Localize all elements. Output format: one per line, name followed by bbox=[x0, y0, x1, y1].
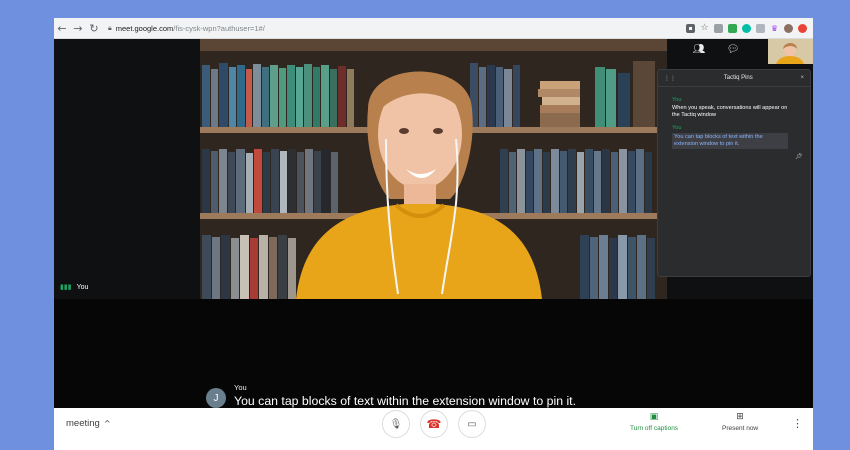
url-path: /fis-cysk-wpn?authuser=1#/ bbox=[173, 23, 265, 33]
star-icon[interactable]: ☆ bbox=[700, 20, 709, 36]
caption-text: You can tap blocks of text within the ex… bbox=[234, 394, 577, 408]
meeting-details-button[interactable]: meeting ^ bbox=[66, 418, 111, 429]
transcript-speaker: You bbox=[672, 97, 682, 103]
tactiq-transcript: You When you speak, conversations will a… bbox=[658, 87, 810, 149]
microphone-icon: 🎙︎ bbox=[389, 418, 403, 430]
present-label: Present now bbox=[722, 425, 759, 432]
self-name-label: You bbox=[76, 283, 89, 291]
chevron-up-icon: ^ bbox=[103, 419, 111, 428]
end-call-button[interactable]: ☎︎ bbox=[420, 410, 448, 438]
drag-handle-icon[interactable]: ⋮⋮ bbox=[664, 75, 676, 82]
tactiq-title: Tactiq Pins bbox=[723, 75, 753, 81]
crown-icon[interactable]: ♛ bbox=[770, 24, 779, 33]
extension-green-icon[interactable] bbox=[728, 23, 737, 33]
camera-button[interactable]: ▭ bbox=[458, 410, 486, 438]
present-screen-icon: ⊞ bbox=[736, 412, 744, 422]
transcript-speaker: You bbox=[672, 125, 682, 131]
tactiq-header: ⋮⋮ Tactiq Pins × bbox=[658, 70, 810, 87]
caption-speaker: You bbox=[234, 383, 247, 392]
audio-level-icon: ▮▮▮ bbox=[60, 283, 72, 291]
caption-avatar: J bbox=[206, 388, 226, 408]
video-camera-icon: ▭ bbox=[467, 418, 477, 430]
participants-icon[interactable]: 👥︎ bbox=[692, 42, 706, 56]
self-name-tag: ▮▮▮ You bbox=[60, 283, 88, 291]
left-letterbox bbox=[54, 39, 200, 299]
lock-icon: 🔒︎ bbox=[108, 23, 112, 32]
camera-icon[interactable]: ▪ bbox=[686, 23, 695, 33]
self-view-image bbox=[768, 39, 813, 64]
self-view-thumbnail[interactable] bbox=[768, 39, 813, 64]
present-now-button[interactable]: ⊞ Present now bbox=[722, 412, 758, 432]
address-bar[interactable]: 🔒︎ meet.google.com/fis-cysk-wpn?authuser… bbox=[108, 24, 686, 33]
captions-label: Turn off captions bbox=[630, 425, 679, 432]
chat-icon[interactable]: 💬︎ bbox=[726, 42, 740, 56]
captions-button[interactable]: ▣ Turn off captions bbox=[630, 412, 678, 432]
closed-captions-icon: ▣ bbox=[649, 412, 659, 422]
url-domain: meet.google.com bbox=[115, 23, 174, 33]
reload-icon[interactable]: ↻ bbox=[86, 20, 102, 36]
close-icon[interactable]: × bbox=[800, 75, 804, 81]
browser-window: ← → ↻ 🔒︎ meet.google.com/fis-cysk-wpn?au… bbox=[54, 18, 813, 450]
transcript-block[interactable]: When you speak, conversations will appea… bbox=[672, 105, 796, 119]
back-arrow-icon[interactable]: ← bbox=[54, 20, 70, 36]
extension-icons: ▪ ☆ ♛ bbox=[686, 20, 807, 36]
live-caption: J You You can tap blocks of text within … bbox=[206, 383, 576, 408]
top-right-controls: 👥︎ 💬︎ bbox=[692, 42, 740, 56]
video-frame bbox=[200, 39, 667, 299]
notification-icon[interactable] bbox=[798, 23, 807, 33]
meeting-stage: ▮▮▮ You 👥︎ 💬︎ ⋮⋮ Tactiq Pins × You When … bbox=[54, 39, 813, 408]
more-options-icon[interactable]: ⋮ bbox=[792, 417, 803, 430]
microphone-button[interactable]: 🎙︎ bbox=[382, 410, 410, 438]
pin-icon[interactable]: 📌︎ bbox=[795, 153, 803, 160]
meeting-controls-bar: meeting ^ 🎙︎ ☎︎ ▭ ▣ Turn off captions ⊞ P… bbox=[54, 408, 813, 450]
browser-toolbar: ← → ↻ 🔒︎ meet.google.com/fis-cysk-wpn?au… bbox=[54, 18, 813, 39]
transcript-block-pinned[interactable]: You can tap blocks of text within the ex… bbox=[672, 133, 788, 149]
profile-avatar[interactable] bbox=[784, 23, 793, 33]
extension-gray-icon[interactable] bbox=[756, 23, 765, 33]
forward-arrow-icon[interactable]: → bbox=[70, 20, 86, 36]
participant-video bbox=[200, 39, 667, 299]
meeting-label: meeting bbox=[66, 418, 100, 429]
extension-grid-icon[interactable] bbox=[714, 23, 723, 33]
hang-up-icon: ☎︎ bbox=[426, 417, 442, 431]
tactiq-extension-icon[interactable] bbox=[742, 23, 751, 33]
tactiq-pins-panel: ⋮⋮ Tactiq Pins × You When you speak, con… bbox=[657, 69, 811, 277]
